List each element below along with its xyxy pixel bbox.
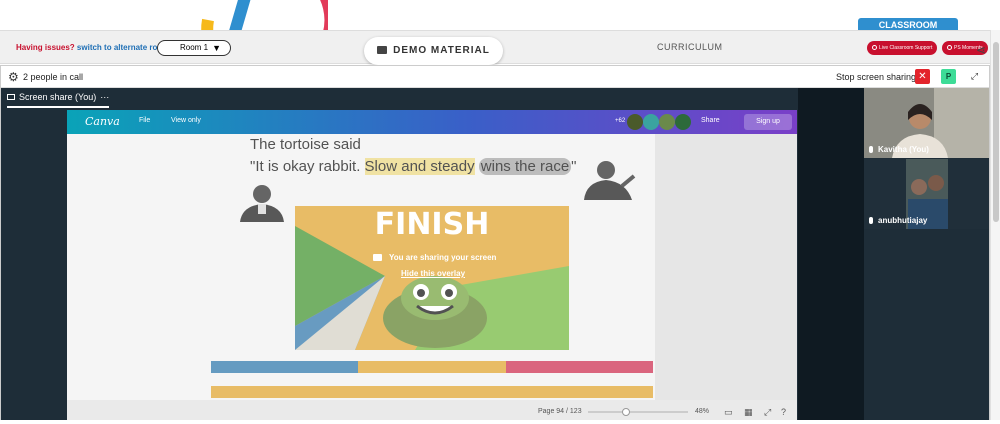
video-call-frame: ⚙ 2 people in call Stop screen sharing ✕… [0,65,990,424]
screen-share-tab[interactable]: Screen share (You) ··· [7,92,110,108]
canva-toolbar: Canva File View only +62 Share Sign up [67,110,797,134]
alternate-room-link[interactable]: switch to alternate room [77,43,169,52]
curriculum-tab[interactable]: CURRICULUM [657,42,723,52]
moments-icon [947,45,952,50]
people-count[interactable]: 2 people in call [23,72,83,82]
more-options-icon[interactable]: ··· [100,92,109,102]
shared-screen: Canva File View only +62 Share Sign up T… [67,110,797,424]
room-select[interactable]: Room 1 ▼ [157,40,231,56]
participant-tile[interactable]: Kavitha (You) [864,88,989,158]
collaborator-avatar [675,114,691,130]
canva-file-menu: File [139,117,151,124]
sharing-overlay-dim [67,134,655,424]
canva-signup-button: Sign up [744,114,792,130]
mic-icon [869,217,873,224]
demo-material-button[interactable]: DEMO MATERIAL [364,37,503,65]
zoom-slider-track [588,411,688,413]
app-root: CLASSROOM Having issues? switch to alter… [0,0,1000,424]
page-indicator: Page 94 / 123 [538,408,582,415]
fullscreen-icon: ⤢ [764,407,772,417]
live-support-button[interactable]: Live Classroom Support [867,41,938,55]
page-scrollbar[interactable] [990,30,1000,424]
participant-name: Kavitha (You) [869,145,929,154]
gear-icon[interactable]: ⚙ [8,70,19,84]
zoom-level: 48% [695,408,710,415]
demo-material-label: DEMO MATERIAL [393,45,490,56]
collaborator-avatar [643,114,659,130]
caret-down-icon: ▼ [212,43,221,53]
stop-sharing-button[interactable]: ✕ [915,69,930,84]
issues-notice: Having issues? switch to alternate room [16,43,169,52]
canva-view-only: View only [171,117,201,124]
help-icon: ? [781,407,787,417]
canva-share-button: Share [701,117,720,124]
monitor-icon [373,254,382,261]
canva-logo: Canva [85,115,120,128]
participant-name: anubhutiajay [869,216,927,225]
issues-text: Having issues? [16,43,75,52]
grid-view-icon: ▦ [744,407,753,417]
top-header: CLASSROOM [0,0,1000,64]
live-support-label: Live Classroom Support [879,45,933,51]
room-select-value: Room 1 [180,43,209,52]
screen-share-label: Screen share (You) [19,92,97,102]
stage-side-panel [798,88,864,424]
stop-sharing-label[interactable]: Stop screen sharing [836,72,916,82]
share-icon[interactable]: ⋖ [976,43,986,57]
hide-overlay-link[interactable]: Hide this overlay [401,269,465,278]
bottom-strip [0,420,1000,424]
sharing-overlay-message: You are sharing your screen [373,253,496,262]
mic-icon [869,146,873,153]
folder-icon [377,46,388,54]
screen-share-icon [7,94,15,100]
participant-name-text: anubhutiajay [878,216,928,225]
call-stage: Screen share (You) ··· Canva File View on… [1,88,989,424]
sharing-overlay-text: You are sharing your screen [389,253,497,262]
collaborator-avatar [659,114,675,130]
call-toolbar: ⚙ 2 people in call Stop screen sharing ✕… [1,66,989,88]
canva-collaborator-count: +62 [615,118,626,124]
participant-tile[interactable]: anubhutiajay [864,159,989,229]
scrollbar-thumb[interactable] [993,42,999,222]
support-icon [872,45,877,50]
participant-name-text: Kavitha (You) [878,145,929,154]
collaborator-avatar [627,114,643,130]
classroom-nav-row: Having issues? switch to alternate room … [0,30,1000,65]
zoom-slider-knob [622,408,630,416]
notes-icon: ▭ [724,407,733,417]
expand-icon[interactable]: ⤢ [967,69,982,84]
p-extension-button[interactable]: P [941,69,956,84]
